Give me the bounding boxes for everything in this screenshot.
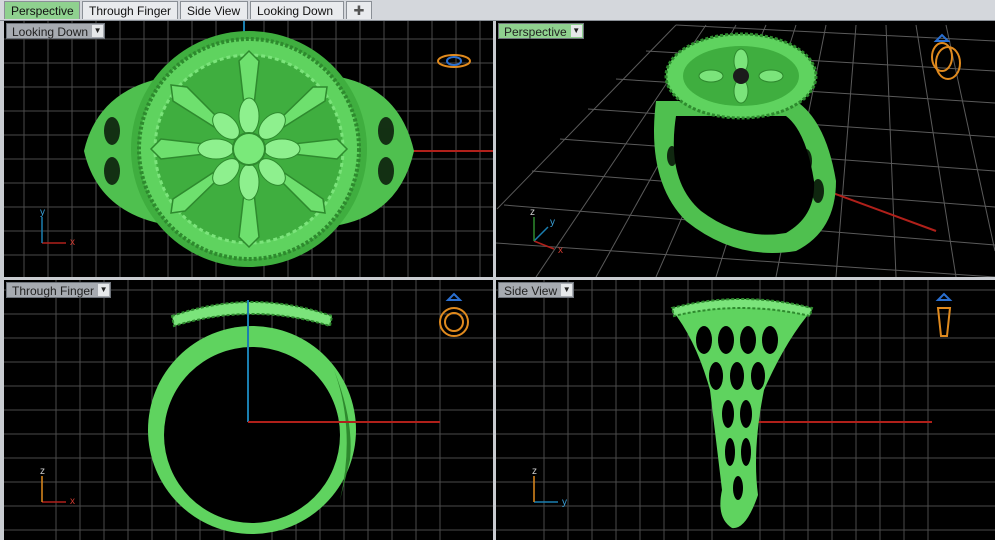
axis-z-label: z [530,207,535,218]
viewport-dropdown-icon[interactable]: ▼ [92,25,104,37]
add-tab-icon[interactable]: ✚ [346,1,372,19]
tab-side-view[interactable]: Side View [180,1,248,19]
viewport-tab-bar: Perspective Through Finger Side View Loo… [0,0,995,21]
viewport-through-finger[interactable]: x z Through Finger ▼ [4,280,493,540]
ring-orientation-widget-icon[interactable] [437,54,471,68]
ring-front-view [148,300,440,534]
viewport-label-through-finger[interactable]: Through Finger ▼ [6,282,112,298]
axis-y-label: y [562,497,567,508]
ring-orientation-widget-icon[interactable] [439,292,469,337]
viewport-dropdown-icon[interactable]: ▼ [98,284,110,296]
axis-triad [41,476,66,503]
axis-z-label: z [532,466,537,477]
viewport-looking-down[interactable]: x y Looking Down ▼ [4,21,493,277]
ring-orientation-widget-icon[interactable] [935,292,953,337]
axis-triad [533,476,558,503]
axis-y-label: y [40,207,45,218]
axis-x-label: x [558,245,563,256]
through-finger-canvas: x z [4,280,493,540]
axis-y-label: y [550,217,555,228]
tab-perspective[interactable]: Perspective [4,1,80,19]
viewport-side-view[interactable]: y z Side View ▼ [496,280,995,540]
viewport-dropdown-icon[interactable]: ▼ [561,284,573,296]
viewport-dropdown-icon[interactable]: ▼ [570,25,582,37]
axis-x-label: x [70,237,75,248]
perspective-canvas: x y z [496,24,995,277]
tab-through-finger[interactable]: Through Finger [82,1,178,19]
viewport-title: Looking Down [12,25,89,39]
viewport-perspective[interactable]: x y z Perspective ▼ [496,21,995,277]
tab-looking-down[interactable]: Looking Down [250,1,344,19]
viewport-label-perspective[interactable]: Perspective ▼ [498,23,584,39]
ring-side-view [670,298,814,529]
ring-top-view [84,31,414,267]
looking-down-canvas: x y [4,21,493,277]
viewport-title: Perspective [504,25,567,39]
viewport-title: Through Finger [12,284,95,298]
axis-x-label: x [70,496,75,507]
axis-z-label: z [40,466,45,477]
side-view-canvas: y z [496,280,995,540]
viewport-label-side-view[interactable]: Side View ▼ [498,282,575,298]
axis-triad [41,217,66,244]
viewport-label-looking-down[interactable]: Looking Down ▼ [6,23,106,39]
viewport-title: Side View [504,284,558,298]
